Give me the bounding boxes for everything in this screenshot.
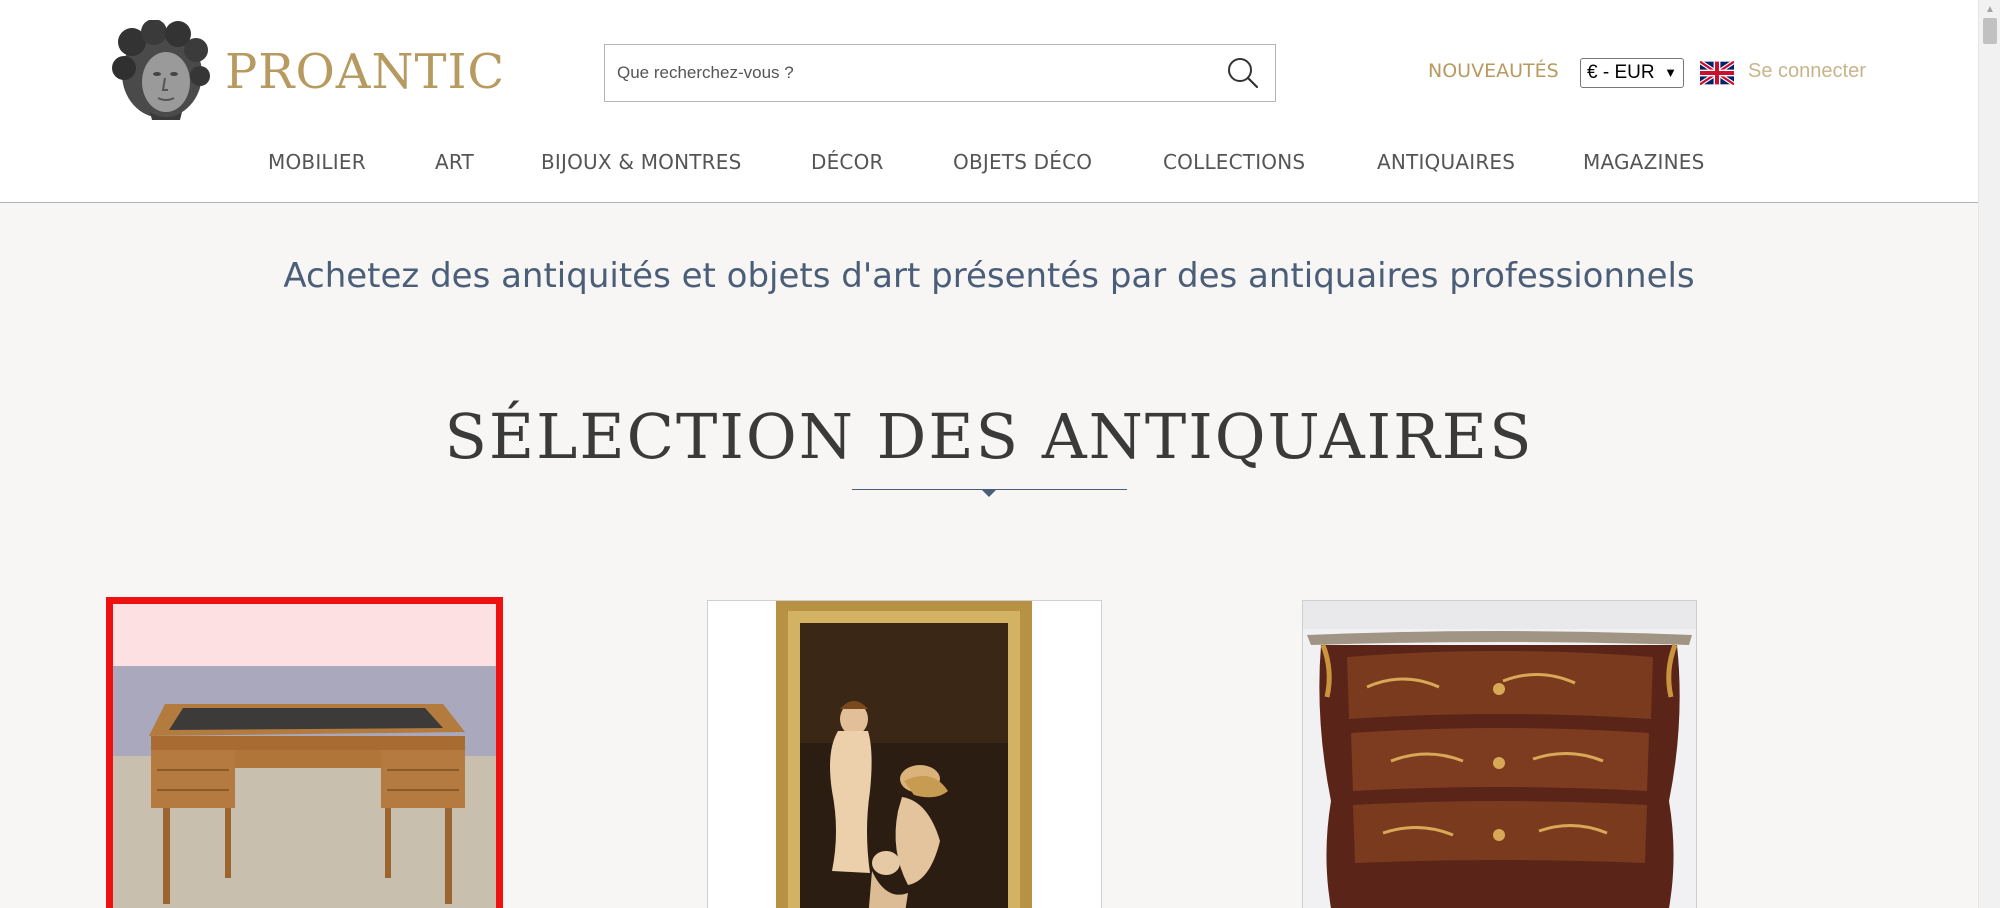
page-scrollbar[interactable]: ▲ [1978,0,2000,908]
nav-item-objets-deco[interactable]: OBJETS DÉCO [953,150,1092,180]
product-image-desk [113,604,496,908]
scrollbar-thumb[interactable] [1983,18,1997,44]
currency-selected-value: € - EUR [1587,62,1655,83]
page-tagline: Achetez des antiquités et objets d'art p… [283,256,1695,296]
nav-item-bijoux-montres[interactable]: BIJOUX & MONTRES [541,150,742,180]
site-header: PROANTIC NOUVEAUTÉS € - EUR ▼ Se connect… [0,0,1978,203]
scroll-up-icon[interactable]: ▲ [1985,4,1995,15]
product-image-painting [708,601,1101,908]
nav-item-art[interactable]: ART [435,150,474,180]
new-arrivals-link[interactable]: NOUVEAUTÉS [1428,60,1559,82]
search-box [604,44,1276,102]
logo-head-icon[interactable] [110,19,210,122]
product-card-painting[interactable] [707,600,1102,908]
nav-item-mobilier[interactable]: MOBILIER [268,150,366,180]
section-divider-ornament [982,490,996,497]
nav-item-decor[interactable]: DÉCOR [811,150,884,180]
currency-select[interactable]: € - EUR ▼ [1580,58,1684,88]
uk-flag-icon[interactable] [1698,59,1736,87]
nav-item-magazines[interactable]: MAGAZINES [1583,150,1704,180]
login-link[interactable]: Se connecter [1748,60,1866,83]
chevron-down-icon: ▼ [1664,65,1677,80]
product-card-desk[interactable] [106,597,503,908]
nav-item-collections[interactable]: COLLECTIONS [1163,150,1305,180]
search-icon[interactable] [1223,55,1263,93]
search-input[interactable] [617,45,1197,101]
section-title: SÉLECTION DES ANTIQUAIRES [444,400,1534,473]
brand-name[interactable]: PROANTIC [225,44,505,100]
product-image-commode [1303,601,1696,908]
product-card-commode[interactable] [1302,600,1697,908]
nav-item-antiquaires[interactable]: ANTIQUAIRES [1377,150,1515,180]
